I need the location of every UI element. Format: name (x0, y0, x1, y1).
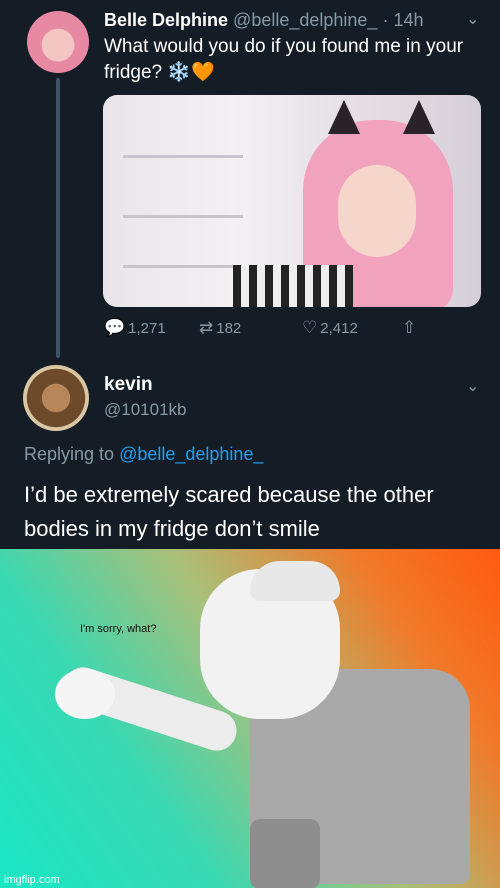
reply-author-name[interactable]: kevin (104, 374, 153, 396)
share-button[interactable]: ⇧ (402, 318, 419, 338)
meme-figure-hand (55, 669, 115, 719)
share-icon: ⇧ (402, 318, 417, 337)
cat-ear (328, 100, 360, 134)
retweet-button[interactable]: ⇄ 182 (199, 318, 241, 338)
avatar[interactable] (23, 365, 89, 431)
imgflip-watermark: imgflip.com (4, 874, 60, 886)
retweet-icon: ⇄ (199, 318, 214, 337)
retweet-count: 182 (216, 320, 242, 337)
meme-image: I'm sorry, what? imgflip.com (0, 549, 500, 888)
reply-button[interactable]: 💬 1,271 (104, 318, 166, 338)
fridge-shelf (123, 155, 243, 158)
replying-mention-link[interactable]: @belle_delphine_ (119, 444, 263, 464)
fridge-shelf (123, 265, 243, 268)
photo-face (338, 165, 416, 257)
tweet-header: Belle Delphine @belle_delphine_ · 14h (104, 10, 424, 31)
meme-figure-hair (250, 561, 340, 601)
like-icon: ♡ (302, 318, 318, 337)
tweet-thread: Belle Delphine @belle_delphine_ · 14h ⌄ … (0, 0, 500, 549)
replying-prefix: Replying to (24, 444, 115, 464)
meme-caption: I'm sorry, what? (80, 623, 157, 635)
reply-text: I’d be extremely scared because the othe… (24, 482, 434, 541)
meme-figure-leg (250, 819, 320, 888)
like-button[interactable]: ♡ 2,412 (302, 318, 358, 338)
tweet-text: What would you do if you found me in you… (104, 36, 464, 83)
thread-connector-line (56, 78, 60, 358)
tweet-actions: 💬 1,271 ⇄ 182 ♡ 2,412 ⇧ (104, 318, 434, 340)
reply-count: 1,271 (128, 320, 166, 337)
chevron-down-icon[interactable]: ⌄ (466, 376, 479, 396)
avatar[interactable] (27, 11, 89, 73)
reply-author-handle[interactable]: @10101kb (104, 400, 187, 420)
chevron-down-icon[interactable]: ⌄ (466, 9, 479, 29)
author-name[interactable]: Belle Delphine (104, 10, 228, 30)
separator: · (382, 10, 389, 30)
replying-to: Replying to @belle_delphine_ (24, 444, 263, 465)
cat-ear (403, 100, 435, 134)
tweet-photo[interactable] (103, 95, 481, 307)
like-count: 2,412 (320, 320, 358, 337)
author-handle[interactable]: @belle_delphine_ (233, 10, 377, 30)
photo-stripes (233, 265, 353, 307)
fridge-shelf (123, 215, 243, 218)
reply-icon: 💬 (104, 318, 126, 337)
tweet-time[interactable]: 14h (393, 10, 423, 30)
